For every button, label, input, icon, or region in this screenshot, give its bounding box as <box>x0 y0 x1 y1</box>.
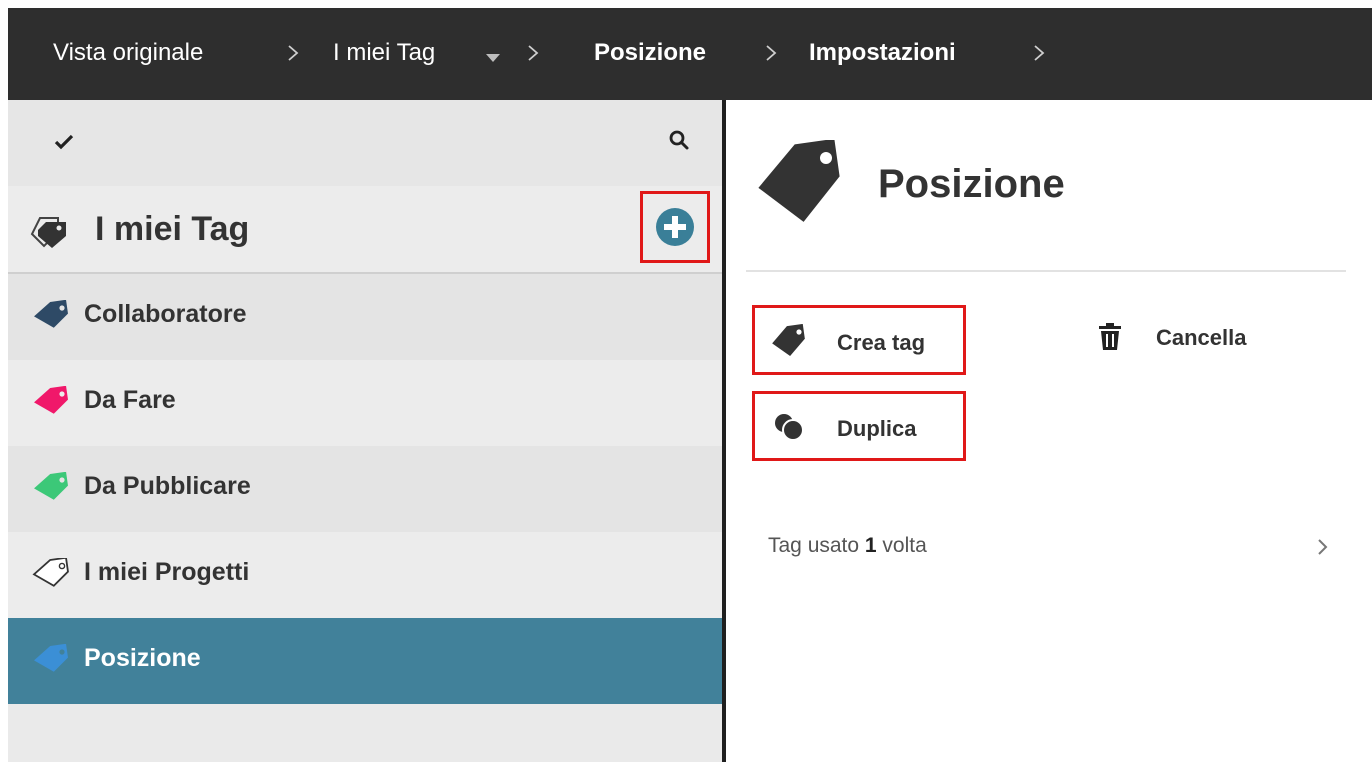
detail-title: Posizione <box>878 162 1065 206</box>
create-tag-button[interactable]: Crea tag <box>752 305 966 375</box>
tag-icon <box>30 299 72 335</box>
tag-label: Collaboratore <box>84 300 247 328</box>
tag-sidebar: I miei Tag Collaboratore Da Fare Da Pubb… <box>8 100 722 762</box>
tag-label: I miei Progetti <box>84 558 250 586</box>
tag-large-icon <box>754 138 846 229</box>
tag-list-item[interactable]: Da Fare <box>8 360 722 446</box>
trash-icon <box>1098 323 1122 356</box>
chevron-right-icon <box>1030 44 1048 62</box>
sidebar-toolbar <box>8 100 722 186</box>
tag-usage-row[interactable]: Tag usato 1 volta <box>768 534 927 558</box>
add-tag-button[interactable] <box>640 191 710 263</box>
delete-button[interactable]: Cancella <box>1098 320 1288 360</box>
tag-label: Da Fare <box>84 386 176 414</box>
tags-icon <box>28 214 74 253</box>
delete-label: Cancella <box>1156 325 1247 350</box>
chevron-right-icon <box>762 44 780 62</box>
caret-down-icon[interactable] <box>485 50 501 68</box>
search-icon[interactable] <box>668 129 690 156</box>
breadcrumb-item-my-tags[interactable]: I miei Tag <box>333 38 435 68</box>
check-icon[interactable] <box>54 134 74 155</box>
breadcrumb-item-position[interactable]: Posizione <box>594 38 706 68</box>
sidebar-title: I miei Tag <box>95 210 250 248</box>
duplicate-label: Duplica <box>837 416 917 441</box>
tag-detail-panel: Posizione Crea tag Cancella Duplica Tag … <box>726 100 1372 762</box>
breadcrumb-item-original-view[interactable]: Vista originale <box>53 38 203 68</box>
chevron-right-icon <box>284 44 302 62</box>
breadcrumb-item-settings[interactable]: Impostazioni <box>809 38 956 68</box>
usage-suffix: volta <box>876 534 927 557</box>
detail-divider <box>746 270 1346 272</box>
tag-icon <box>769 323 809 363</box>
tag-icon <box>30 643 72 679</box>
plus-circle-icon[interactable] <box>656 208 694 251</box>
tag-list-item-selected[interactable]: Posizione <box>8 618 722 704</box>
tag-label: Da Pubblicare <box>84 472 251 500</box>
breadcrumb-bar: Vista originale I miei Tag Posizione Imp… <box>8 8 1372 100</box>
chevron-right-icon[interactable] <box>1316 538 1330 561</box>
create-tag-label: Crea tag <box>837 330 926 355</box>
tag-list-item[interactable]: Collaboratore <box>8 274 722 360</box>
sidebar-header: I miei Tag <box>8 186 722 274</box>
duplicate-button[interactable]: Duplica <box>752 391 966 461</box>
tag-icon <box>30 385 72 421</box>
tag-list-item[interactable]: I miei Progetti <box>8 532 722 618</box>
tag-outline-icon <box>30 556 72 593</box>
chevron-right-icon <box>524 44 542 62</box>
usage-prefix: Tag usato <box>768 534 865 557</box>
tag-label: Posizione <box>84 644 201 672</box>
duplicate-icon <box>773 412 807 447</box>
tag-icon <box>30 471 72 507</box>
tag-list-item[interactable]: Da Pubblicare <box>8 446 722 532</box>
usage-count: 1 <box>864 534 877 557</box>
